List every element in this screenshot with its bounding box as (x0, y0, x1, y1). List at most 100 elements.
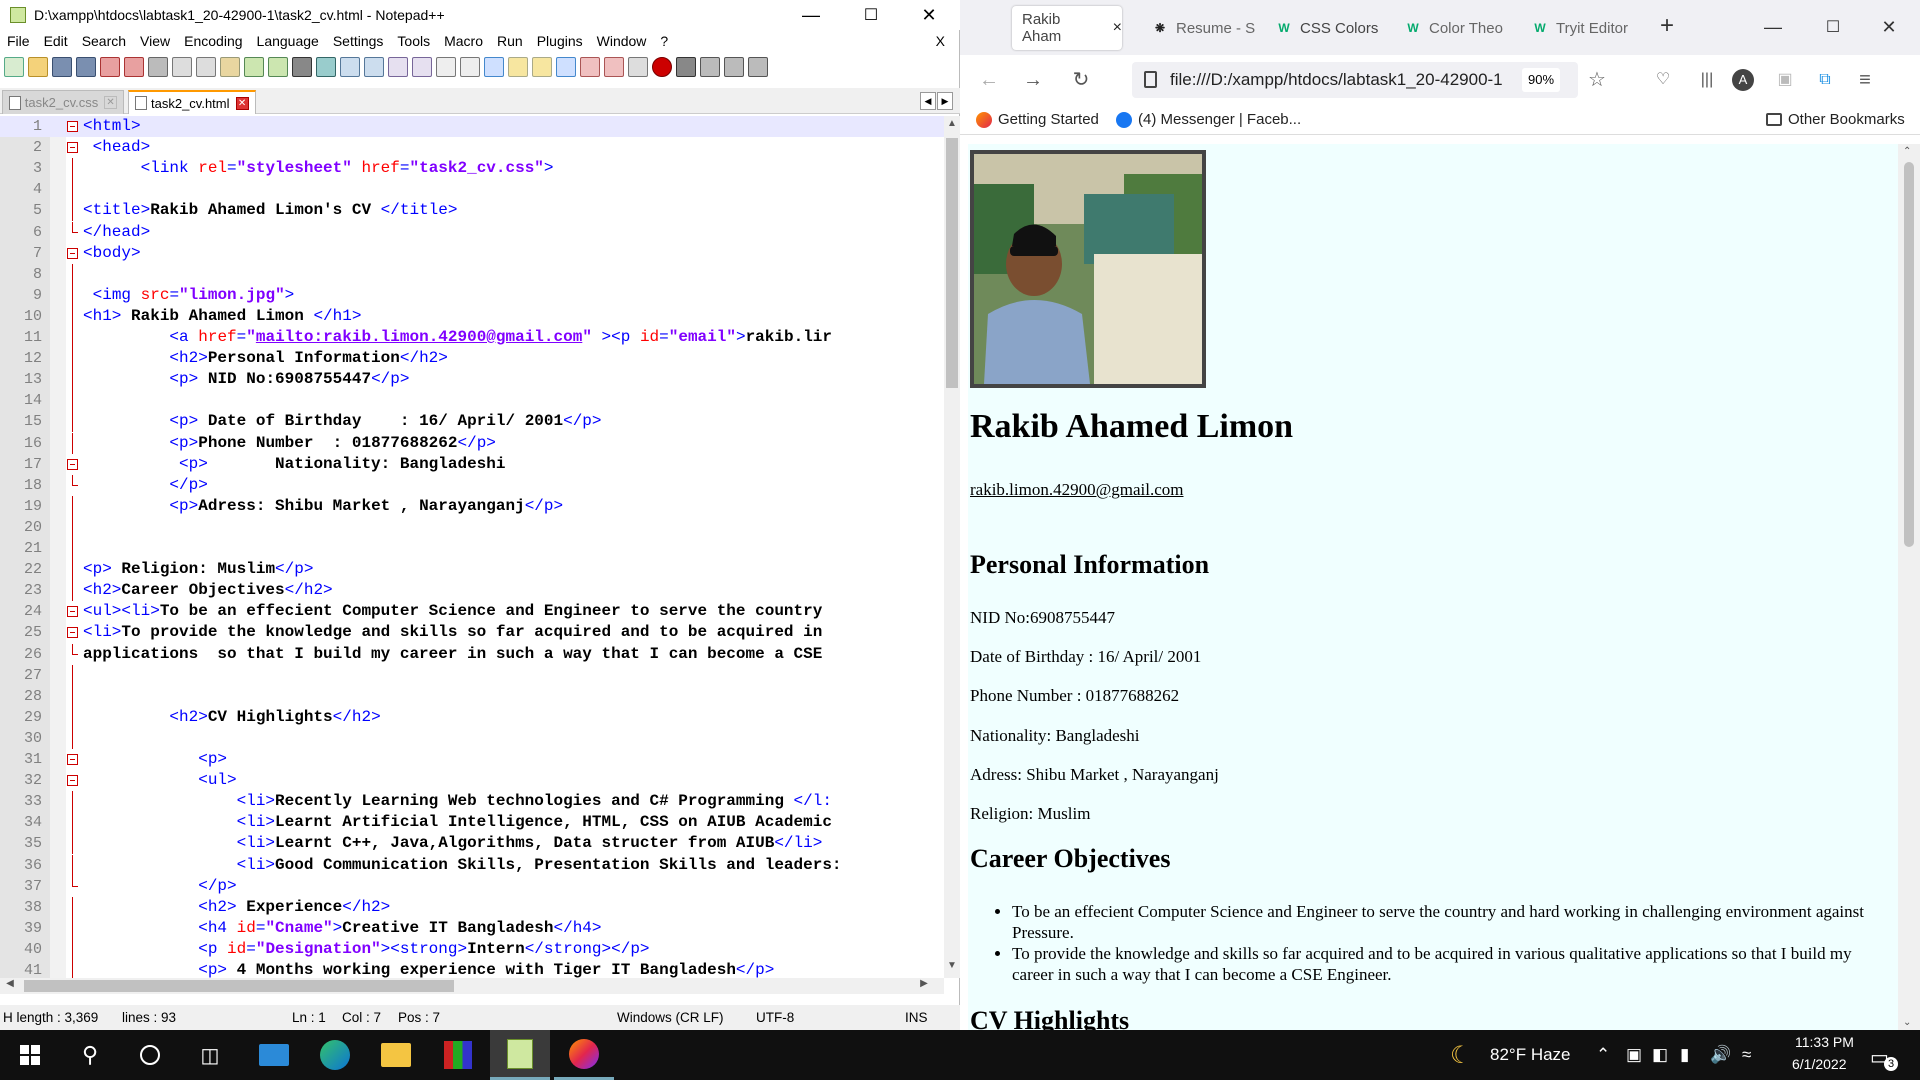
browser-tab-tryit[interactable]: W Tryit Editor (1532, 6, 1636, 50)
code-line[interactable]: 35 <li>Learnt C++, Java,Algorithms, Data… (0, 833, 944, 855)
zoom-level[interactable]: 90% (1522, 68, 1560, 92)
forward-icon[interactable]: → (1020, 67, 1046, 93)
code-line[interactable]: 32 <ul> (0, 770, 944, 791)
menu-plugins[interactable]: Plugins (530, 33, 590, 49)
menu-language[interactable]: Language (250, 33, 326, 49)
code-line[interactable]: 4 (0, 179, 944, 201)
volume-icon[interactable]: 🔊 (1710, 1045, 1731, 1065)
code-line[interactable]: 36 <li>Good Communication Skills, Presen… (0, 854, 944, 876)
code-line[interactable]: 18 </p> (0, 474, 944, 496)
tab-task2-html[interactable]: task2_cv.html ✕ (128, 90, 256, 114)
firefox-taskbar-icon[interactable] (554, 1030, 614, 1080)
fold-line-marker[interactable] (72, 263, 73, 285)
scroll-down-icon[interactable]: ▼ (944, 960, 960, 976)
fold-toggle-icon[interactable] (67, 121, 78, 132)
task-view-icon[interactable]: ◫ (180, 1030, 240, 1080)
code-line[interactable]: 24 <ul><li>To be an effecient Computer Sc… (0, 601, 944, 622)
menu-help[interactable]: ? (653, 33, 675, 49)
fold-toggle-icon[interactable] (67, 142, 78, 154)
code-line[interactable]: 13 <p> NID No:6908755447</p> (0, 369, 944, 391)
function-list-icon[interactable] (556, 57, 576, 77)
code-line[interactable]: 29 <h2>CV Highlights</h2> (0, 706, 944, 728)
fold-line-marker[interactable] (72, 559, 73, 581)
code-line[interactable]: 41 <p> 4 Months working experience with … (0, 960, 944, 978)
code-line[interactable]: 22 <p> Religion: Muslim</p> (0, 559, 944, 581)
fold-line-marker[interactable] (72, 179, 73, 201)
scroll-thumb[interactable] (946, 138, 958, 388)
fold-line-marker[interactable] (72, 938, 73, 960)
fold-line-marker[interactable] (72, 538, 73, 559)
menu-tools[interactable]: Tools (390, 33, 437, 49)
scroll-left-icon[interactable]: ◀ (2, 978, 18, 994)
fold-toggle-icon[interactable] (67, 606, 78, 618)
browser-tab-color-theory[interactable]: W Color Theo (1405, 6, 1509, 50)
fold-line-marker[interactable] (72, 917, 73, 939)
bookmark-messenger[interactable]: (4) Messenger | Faceb... (1116, 111, 1301, 128)
fold-line-marker[interactable] (72, 580, 73, 602)
stop-macro-icon[interactable] (676, 57, 696, 77)
lang-icon[interactable] (508, 57, 528, 77)
notepadpp-taskbar-icon[interactable] (490, 1030, 550, 1080)
menu-window[interactable]: Window (590, 33, 654, 49)
fold-line-marker[interactable] (72, 200, 73, 222)
file-explorer-icon[interactable] (366, 1030, 426, 1080)
fold-line-marker[interactable] (72, 516, 73, 538)
word-wrap-icon[interactable] (436, 57, 456, 77)
code-line[interactable]: 15 <p> Date of Birthday : 16/ April/ 200… (0, 411, 944, 433)
start-button[interactable] (0, 1030, 60, 1080)
page-scrollbar[interactable]: ⌃ ⌄ (1898, 144, 1920, 1030)
tab-scroll-right-icon[interactable]: ▶ (937, 92, 953, 110)
browser-close-button[interactable]: ✕ (1866, 12, 1912, 42)
fold-line-marker[interactable] (72, 158, 73, 180)
extension-icon[interactable]: ▣ (1772, 67, 1798, 93)
replace-icon[interactable] (316, 57, 336, 77)
code-line[interactable]: 9 <img src="limon.jpg"> (0, 284, 944, 306)
code-line[interactable]: 17 <p> Nationality: Bangladeshi (0, 454, 944, 475)
browser-minimize-button[interactable]: — (1750, 12, 1796, 42)
fold-line-marker[interactable] (72, 327, 73, 348)
undo-icon[interactable] (244, 57, 264, 77)
code-line[interactable]: 11 <a href="mailto:rakib.limon.42900@gma… (0, 327, 944, 348)
menu-close-doc[interactable]: X (929, 33, 952, 49)
close-file-icon[interactable] (100, 57, 120, 77)
code-line[interactable]: 20 (0, 516, 944, 538)
menu-macro[interactable]: Macro (437, 33, 490, 49)
redo-icon[interactable] (268, 57, 288, 77)
close-all-icon[interactable] (124, 57, 144, 77)
email-link[interactable]: rakib.limon.42900@gmail.com (970, 480, 1184, 500)
fold-line-marker[interactable] (72, 706, 73, 728)
code-line[interactable]: 10 <h1> Rakib Ahamed Limon </h1> (0, 305, 944, 327)
cut-icon[interactable] (172, 57, 192, 77)
fold-line-marker[interactable] (72, 664, 73, 686)
fold-toggle-icon[interactable] (67, 627, 78, 639)
back-icon[interactable]: ← (976, 67, 1002, 93)
winrar-icon[interactable] (428, 1030, 488, 1080)
scroll-right-icon[interactable]: ▶ (916, 978, 932, 994)
maximize-button[interactable]: ☐ (848, 0, 894, 30)
menu-file[interactable]: File (0, 33, 37, 49)
code-line[interactable]: 1 <html> (0, 116, 944, 137)
weather-text[interactable]: 82°F Haze (1490, 1045, 1571, 1065)
bookmark-star-icon[interactable]: ☆ (1584, 67, 1610, 93)
cortana-icon[interactable] (120, 1030, 180, 1080)
tray-chevron-icon[interactable]: ⌃ (1596, 1045, 1610, 1065)
copy-icon[interactable] (196, 57, 216, 77)
fold-toggle-icon[interactable] (67, 247, 78, 259)
code-line[interactable]: 27 (0, 664, 944, 686)
fold-line-marker[interactable] (72, 791, 73, 813)
browser-maximize-button[interactable]: ☐ (1810, 12, 1856, 42)
show-all-chars-icon[interactable] (460, 57, 480, 77)
code-line[interactable]: 34 <li>Learnt Artificial Intelligence, H… (0, 812, 944, 834)
save-macro-icon[interactable] (748, 57, 768, 77)
code-line[interactable]: 30 (0, 727, 944, 749)
doc-map-icon[interactable] (532, 57, 552, 77)
code-line[interactable]: 28 (0, 685, 944, 707)
editor-horizontal-scrollbar[interactable]: ◀ ▶ (0, 978, 944, 994)
code-line[interactable]: 8 (0, 263, 944, 285)
menu-encoding[interactable]: Encoding (177, 33, 249, 49)
fold-line-marker[interactable] (72, 685, 73, 707)
record-macro-icon[interactable] (652, 57, 672, 77)
weather-moon-icon[interactable]: ☾ (1450, 1041, 1472, 1070)
code-line[interactable]: 3 <link rel="stylesheet" href="task2_cv.… (0, 158, 944, 180)
fold-end-marker[interactable] (72, 875, 78, 887)
